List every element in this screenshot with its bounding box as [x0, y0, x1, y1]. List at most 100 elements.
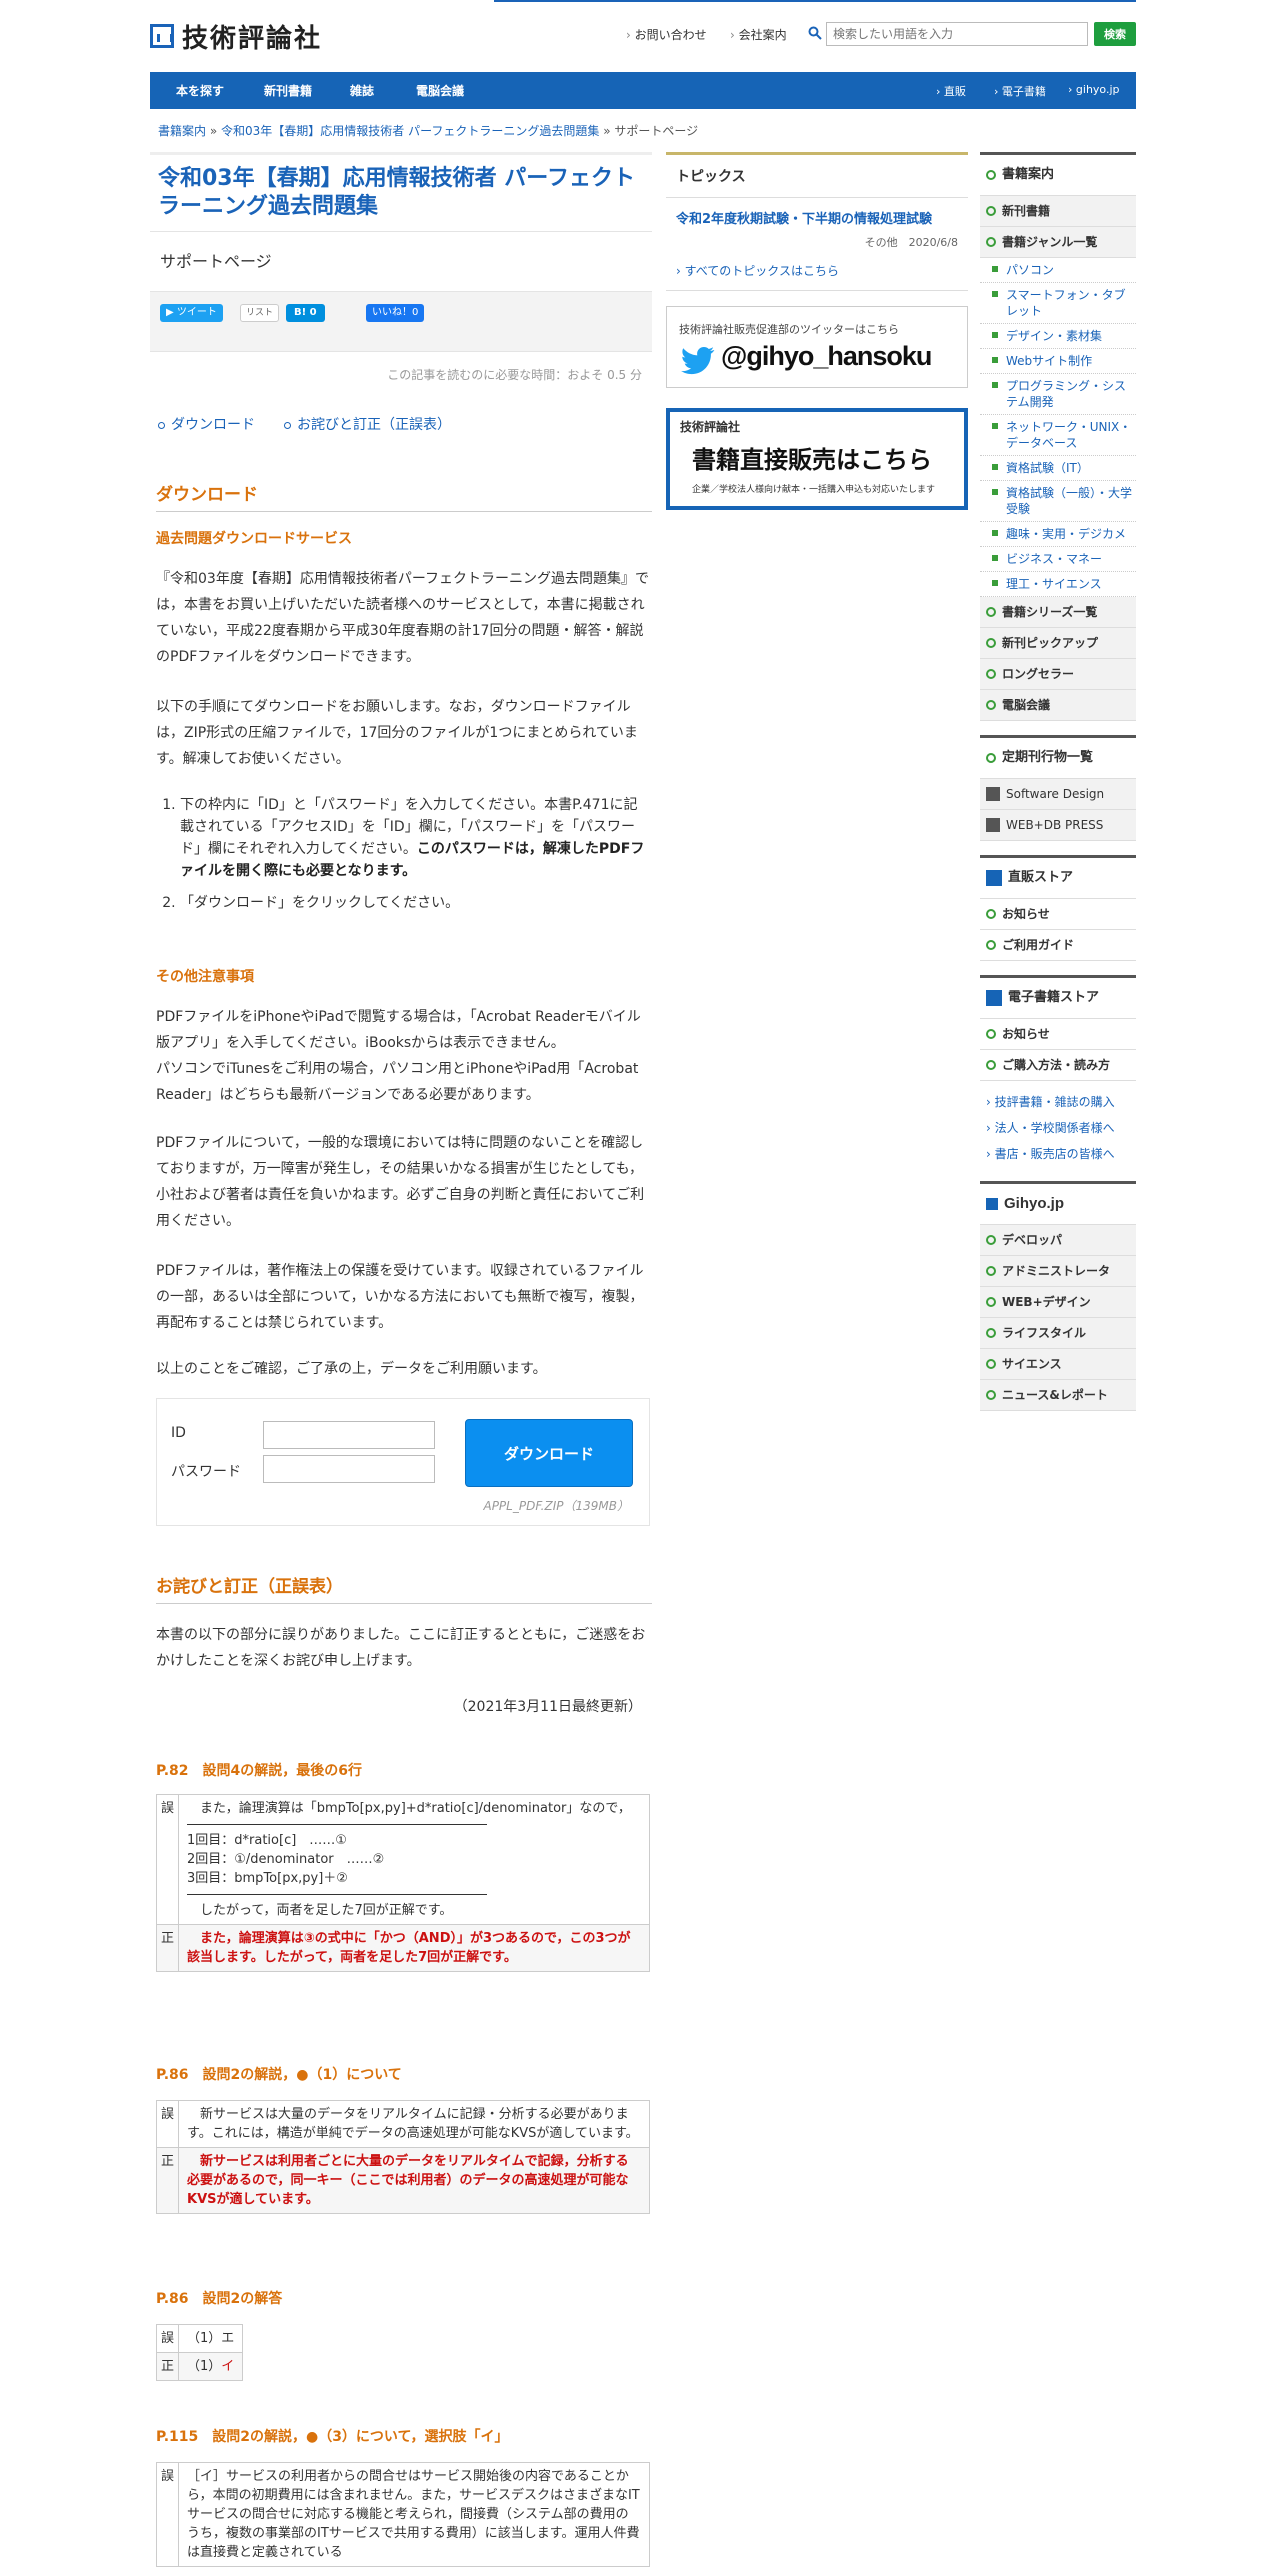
sidebar-item-store-guide[interactable]: ご利用ガイド	[980, 930, 1136, 961]
sidebar-books-head[interactable]: 書籍案内	[980, 152, 1136, 196]
sidebar-link-corporate[interactable]: 法人・学校関係者様へ	[980, 1115, 1136, 1141]
sidebar-item-label: ご購入方法・読み方	[1002, 1058, 1111, 1072]
sidebar-gihyo-logo: Gihyo.jp	[1004, 1195, 1064, 1212]
nav-gihyo-jp[interactable]: gihyo.jp	[1068, 83, 1120, 96]
sidebar-genre-item[interactable]: 趣味・実用・デジカメ	[980, 522, 1136, 547]
sidebar-item-lifestyle[interactable]: ライフスタイル	[980, 1318, 1136, 1349]
direct-sales-banner[interactable]: 技術評論社 書籍直接販売はこちら 企業／学校法人様向け献本・一括購入申込も対応い…	[666, 408, 968, 510]
sidebar-periodicals-head[interactable]: 定期刊行物一覧	[980, 735, 1136, 779]
sidebar-item-store-news[interactable]: お知らせ	[980, 899, 1136, 930]
sidebar-genre-item[interactable]: ネットワーク・UNIX・データベース	[980, 415, 1136, 456]
nav-find-books[interactable]: 本を探す	[176, 82, 224, 99]
nav-direct-sales[interactable]: 直販	[936, 83, 966, 99]
site-logo[interactable]: 技術評論社	[150, 18, 322, 54]
sidebar-item-series[interactable]: 書籍シリーズ一覧	[980, 597, 1136, 628]
download-button[interactable]: ダウンロード	[465, 1419, 633, 1487]
errata-1-wrong-line: 1回目：d*ratio[c] ……①	[187, 1833, 347, 1848]
circle-bullet-icon	[986, 669, 996, 679]
sidebar-item-science[interactable]: サイエンス	[980, 1349, 1136, 1380]
breadcrumb-current: サポートページ	[614, 124, 699, 138]
magazine-icon	[986, 818, 1000, 832]
circle-bullet-icon	[986, 206, 996, 216]
company-link[interactable]: 会社案内	[730, 26, 787, 43]
hatena-button[interactable]: B! 0	[286, 304, 325, 322]
wrong-label: 誤	[156, 2324, 179, 2353]
errata-heading: お詫びと訂正（正誤表）	[156, 1572, 652, 1604]
sidebar-item-label: Software Design	[1006, 787, 1105, 801]
sidebar: 書籍案内 新刊書籍 書籍ジャンル一覧 パソコン スマートフォン・タブレット デザ…	[980, 152, 1136, 1411]
sidebar-item-software-design[interactable]: Software Design	[980, 779, 1136, 810]
toc-download-link[interactable]: ダウンロード	[158, 414, 255, 434]
sidebar-genre-item[interactable]: 資格試験（一般）・大学受験	[980, 481, 1136, 522]
breadcrumb-book[interactable]: 令和03年【春期】応用情報技術者 パーフェクトラーニング過去問題集	[221, 124, 599, 138]
sidebar-item-label: 新刊ピックアップ	[1002, 636, 1099, 650]
nav-denno-kaigi[interactable]: 電脳会議	[416, 82, 464, 99]
download-step-2: 「ダウンロード」をクリックしてください。	[180, 892, 650, 914]
sidebar-genre-item[interactable]: ビジネス・マネー	[980, 547, 1136, 572]
circle-bullet-icon	[986, 1266, 996, 1276]
breadcrumb-books[interactable]: 書籍案内	[158, 124, 206, 138]
sidebar-item-webdb-press[interactable]: WEB+DB PRESS	[980, 810, 1136, 841]
id-field[interactable]	[263, 1421, 435, 1449]
password-field[interactable]	[263, 1455, 435, 1483]
sidebar-item-web-design[interactable]: WEB+デザイン	[980, 1287, 1136, 1318]
errata-3-table: 誤 （1）エ 正 （1）イ	[156, 2324, 244, 2381]
toc-errata-link[interactable]: お詫びと訂正（正誤表）	[284, 414, 451, 434]
search-button[interactable]: 検索	[1094, 22, 1136, 46]
search-input[interactable]	[826, 22, 1088, 46]
ring-bullet-icon	[158, 421, 165, 429]
note-4: 以上のことをご確認，ご了承の上，データをご利用願います。	[156, 1361, 547, 1377]
sidebar-ebook-head-label: 電子書籍ストア	[1008, 990, 1100, 1005]
sidebar-gihyo-head[interactable]: Gihyo.jp	[980, 1181, 1136, 1225]
all-topics-link[interactable]: › すべてのトピックスはこちら	[676, 262, 839, 279]
sidebar-item-ebook-howto[interactable]: ご購入方法・読み方	[980, 1050, 1136, 1081]
contact-link[interactable]: お問い合わせ	[626, 26, 707, 43]
wrong-label: 誤	[156, 2100, 179, 2148]
sidebar-genre-item[interactable]: プログラミング・システム開発	[980, 374, 1136, 415]
sidebar-ebook-head[interactable]: 電子書籍ストア	[980, 975, 1136, 1019]
sidebar-genre-item[interactable]: 理工・サイエンス	[980, 572, 1136, 597]
nav-new-books[interactable]: 新刊書籍	[264, 82, 312, 99]
sidebar-item-label: 書籍ジャンル一覧	[1002, 235, 1098, 249]
sidebar-item-pickup[interactable]: 新刊ピックアップ	[980, 628, 1136, 659]
sidebar-item-new-books[interactable]: 新刊書籍	[980, 196, 1136, 227]
topic-link[interactable]: 令和2年度秋期試験・下半期の情報処理試験	[676, 208, 932, 227]
like-button[interactable]: いいね！0	[366, 304, 425, 322]
download-form: ID パスワード ダウンロード APPL_PDF.ZIP（139MB）	[156, 1398, 650, 1526]
errata-1-wrong: また，論理演算は「bmpTo[px,py]+d*ratio[c]/denomin…	[178, 1794, 650, 1925]
errata-1-wrong-line: したがって，両者を足した7回が正解です。	[187, 1903, 453, 1918]
errata-wrong-row: 誤 新サービスは大量のデータをリアルタイムに記録・分析する必要があります。これに…	[156, 2100, 650, 2148]
sidebar-genre-item[interactable]: 資格試験（IT）	[980, 456, 1136, 481]
sidebar-item-ebook-news[interactable]: お知らせ	[980, 1019, 1136, 1050]
sidebar-store-head[interactable]: 直販ストア	[980, 855, 1136, 899]
sidebar-item-denno[interactable]: 電脳会議	[980, 690, 1136, 721]
topic-meta: その他 2020/6/8	[864, 236, 958, 249]
sidebar-genre-item[interactable]: スマートフォン・タブレット	[980, 283, 1136, 324]
sidebar-item-label: お知らせ	[1002, 1027, 1050, 1041]
circle-bullet-icon	[986, 170, 996, 180]
toc-errata-label: お詫びと訂正（正誤表）	[297, 417, 451, 433]
errata-1-wrong-line: 3回目：bmpTo[px,py]＋②	[187, 1871, 348, 1886]
sidebar-item-news[interactable]: ニュース&レポート	[980, 1380, 1136, 1411]
banner-main-text: 書籍直接販売はこちら	[692, 445, 932, 474]
sidebar-genre-item[interactable]: デザイン・素材集	[980, 324, 1136, 349]
sidebar-item-genre[interactable]: 書籍ジャンル一覧	[980, 227, 1136, 258]
page-title: 令和03年【春期】応用情報技術者 パーフェクトラーニング過去問題集	[150, 152, 652, 232]
sidebar-item-longseller[interactable]: ロングセラー	[980, 659, 1136, 690]
sidebar-periodicals-head-label: 定期刊行物一覧	[1002, 750, 1094, 765]
nav-magazines[interactable]: 雑誌	[350, 82, 374, 99]
sidebar-link-bookstores[interactable]: 書店・販売店の皆様へ	[980, 1141, 1136, 1167]
errata-2-wrong: 新サービスは大量のデータをリアルタイムに記録・分析する必要があります。これには，…	[178, 2100, 650, 2148]
sidebar-link-purchase[interactable]: 技評書籍・雑誌の購入	[980, 1089, 1136, 1115]
list-button[interactable]: リスト	[240, 304, 280, 322]
errata-wrong-row: 誤 ［イ］サービスの利用者からの問合せはサービス開始後の内容であることから，本問…	[156, 2462, 650, 2567]
sidebar-genre-item[interactable]: Webサイト制作	[980, 349, 1136, 374]
sidebar-item-developer[interactable]: デベロッパ	[980, 1225, 1136, 1256]
sidebar-genre-item[interactable]: パソコン	[980, 258, 1136, 283]
sidebar-item-admin[interactable]: アドミニストレータ	[980, 1256, 1136, 1287]
nav-ebooks[interactable]: 電子書籍	[994, 83, 1046, 99]
tweet-button[interactable]: ▶ ツイート	[160, 304, 223, 322]
circle-bullet-icon	[986, 1328, 996, 1338]
twitter-banner[interactable]: 技術評論社販売促進部のツイッターはこちら @gihyo_hansoku	[666, 306, 968, 388]
